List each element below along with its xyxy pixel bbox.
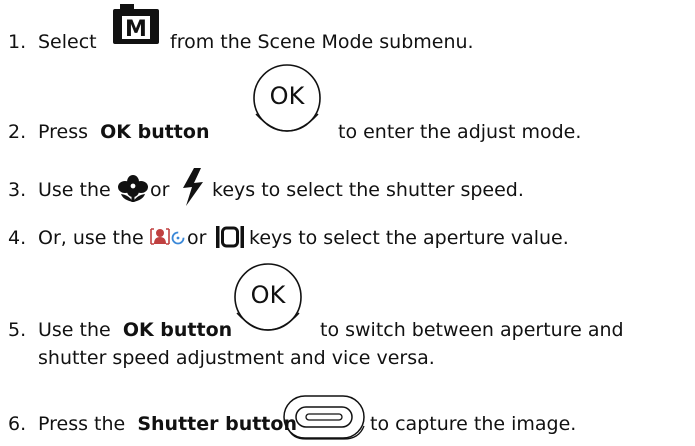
step-4-after: keys to select the aperture value. bbox=[249, 226, 569, 250]
step-text-before: Or, use the bbox=[38, 227, 144, 249]
step-text-before: Use the bbox=[38, 179, 111, 201]
shutter-button-icon bbox=[282, 394, 368, 442]
ok-button-label: OK button bbox=[100, 121, 210, 143]
svg-text:OK: OK bbox=[251, 281, 287, 309]
step-text-before: Use the bbox=[38, 319, 111, 341]
flash-icon bbox=[180, 168, 206, 206]
manual-mode-letter: M bbox=[125, 17, 147, 42]
step-text-after: to capture the image. bbox=[370, 413, 577, 435]
display-icon bbox=[215, 225, 245, 249]
shutter-button-label: Shutter button bbox=[137, 413, 297, 435]
step-5-continuation: shutter speed adjustment and vice versa. bbox=[38, 347, 435, 369]
step-text-before: Press the bbox=[38, 413, 126, 435]
step-4-or: or bbox=[187, 226, 206, 250]
step-text-after: to switch between aperture and bbox=[320, 319, 624, 341]
self-timer-icon bbox=[149, 226, 185, 248]
step-6: 6. Press the Shutter button bbox=[8, 412, 297, 436]
step-text-middle: or bbox=[150, 179, 170, 201]
step-text-middle: or bbox=[187, 227, 207, 249]
step-2: 2. Press OK button bbox=[8, 120, 209, 144]
step-4: 4. Or, use the bbox=[8, 226, 144, 250]
ok-button-icon: OK bbox=[232, 257, 304, 343]
step-number: 6. bbox=[8, 413, 27, 435]
macro-flower-icon bbox=[116, 174, 150, 204]
step-6-after: to capture the image. bbox=[370, 412, 576, 436]
step-number: 5. bbox=[8, 319, 27, 341]
step-number: 1. bbox=[8, 31, 27, 53]
step-number: 3. bbox=[8, 179, 27, 201]
step-1-after: from the Scene Mode submenu. bbox=[170, 30, 474, 54]
svg-text:OK: OK bbox=[270, 82, 306, 110]
step-3: 3. Use the bbox=[8, 178, 111, 202]
step-text-after: from the Scene Mode submenu. bbox=[170, 31, 474, 53]
step-3-or: or bbox=[150, 178, 169, 202]
step-text-before: Press bbox=[38, 121, 89, 143]
step-number: 4. bbox=[8, 227, 27, 249]
step-5-after: to switch between aperture and bbox=[320, 318, 624, 342]
step-5: 5. Use the OK button bbox=[8, 318, 232, 342]
step-text-after: keys to select the shutter speed. bbox=[212, 179, 524, 201]
manual-mode-icon: M bbox=[112, 4, 160, 44]
ok-button-label: OK button bbox=[122, 319, 233, 341]
step-number: 2. bbox=[8, 121, 27, 143]
step-text-before: Select bbox=[38, 31, 97, 53]
step-1: 1. Select bbox=[8, 30, 97, 54]
step-2-after: to enter the adjust mode. bbox=[338, 120, 581, 144]
step-text-after: keys to select the aperture value. bbox=[249, 227, 569, 249]
ok-button-icon: OK bbox=[251, 58, 323, 144]
step-3-after: keys to select the shutter speed. bbox=[212, 178, 524, 202]
step-text-after: to enter the adjust mode. bbox=[338, 121, 582, 143]
